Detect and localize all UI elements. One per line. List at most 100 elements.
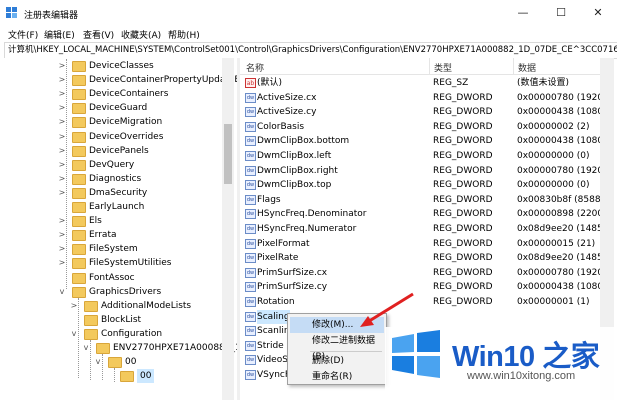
maximize-button[interactable]: ☐ (542, 0, 580, 26)
tree-item[interactable]: > Errata (4, 228, 224, 242)
tree-item[interactable]: > DeviceContainers (4, 87, 224, 101)
value-row[interactable]: dw HSyncFreq.Numerator REG_DWORD 0x08d9ee20… (240, 222, 600, 237)
tree-item-label: Diagnostics (89, 173, 142, 184)
tree-item[interactable]: > DmaSecurity (4, 186, 224, 200)
tree-item[interactable]: > DeviceMigration (4, 115, 224, 129)
menu-modify-binary[interactable]: 修改二进制数据(B) (290, 333, 384, 362)
value-type: REG_DWORD (433, 297, 493, 307)
chevron-right-icon[interactable]: > (58, 73, 66, 87)
menu-rename[interactable]: 重命名(R) (290, 369, 384, 385)
chevron-down-icon[interactable]: v (82, 341, 90, 355)
tree-item-label: DeviceContainers (89, 89, 169, 100)
tree-item[interactable]: > DeviceContainerPropertyUpdateE (4, 73, 237, 87)
chevron-right-icon[interactable]: > (58, 228, 66, 242)
value-row[interactable]: ab (默认) REG_SZ (数值未设置) (240, 76, 600, 91)
folder-icon (120, 371, 134, 383)
chevron-right-icon[interactable]: > (70, 299, 78, 313)
tree-scrollbar[interactable] (222, 58, 234, 400)
tree-item[interactable]: > FileSystemUtilities (4, 256, 224, 270)
chevron-right-icon[interactable]: > (58, 115, 66, 129)
folder-icon (72, 187, 86, 199)
chevron-right-icon[interactable]: > (58, 214, 66, 228)
value-row[interactable]: dw Rotation REG_DWORD 0x00000001 (1) (240, 295, 600, 310)
folder-icon (72, 75, 86, 87)
tree-scrollbar-thumb[interactable] (224, 124, 232, 184)
tree-item[interactable]: > DevicePanels (4, 144, 224, 158)
tree-guide-line (114, 368, 115, 382)
column-name[interactable]: 名称 (246, 61, 264, 74)
tree-item-label: DevicePanels (89, 145, 149, 156)
address-bar[interactable]: 计算机\HKEY_LOCAL_MACHINE\SYSTEM\ControlSet… (4, 42, 617, 59)
tree-item[interactable]: FontAssoc (4, 271, 224, 285)
folder-icon (72, 286, 86, 298)
menu-view[interactable]: 查看(V) (83, 28, 114, 41)
value-row[interactable]: dw Flags REG_DWORD 0x00830b8f (85881 (240, 193, 600, 208)
tree-item[interactable]: v Configuration (4, 327, 224, 341)
value-type: REG_DWORD (433, 92, 493, 103)
value-row[interactable]: dw PixelRate REG_DWORD 0x08d9ee20 (14850 (240, 251, 600, 266)
value-row[interactable]: dw ActiveSize.cx REG_DWORD 0x00000780 (1920… (240, 91, 600, 106)
value-row[interactable]: dw ColorBasis REG_DWORD 0x00000002 (2) (240, 120, 600, 135)
tree-item[interactable]: > AdditionalModeLists (4, 299, 224, 313)
chevron-right-icon[interactable]: > (58, 130, 66, 144)
chevron-right-icon[interactable]: > (58, 87, 66, 101)
tree-item[interactable]: > DeviceClasses (4, 59, 224, 73)
chevron-right-icon[interactable]: > (58, 101, 66, 115)
column-data[interactable]: 数据 (518, 61, 536, 74)
tree-item[interactable]: > Els (4, 214, 224, 228)
value-data: 0x00000780 (1920) (517, 92, 600, 103)
value-row[interactable]: dw DwmClipBox.left REG_DWORD 0x00000000 (0) (240, 149, 600, 164)
chevron-right-icon[interactable]: > (58, 59, 66, 73)
tree-item[interactable]: v GraphicsDrivers (4, 285, 224, 299)
tree-item[interactable]: > FileSystem (4, 242, 224, 256)
chevron-right-icon[interactable]: > (58, 256, 66, 270)
minimize-button[interactable]: — (504, 0, 542, 26)
key-tree[interactable]: > DeviceClasses > DeviceContainerPropertyUp… (4, 58, 238, 400)
tree-item[interactable]: > Diagnostics (4, 172, 224, 186)
tree-item[interactable]: > DeviceGuard (4, 101, 224, 115)
value-row[interactable]: dw PixelFormat REG_DWORD 0x00000015 (21) (240, 237, 600, 252)
tree-item[interactable]: v ENV2770HPXE71A000882_1 (4, 341, 237, 355)
binary-value-icon: dw (245, 180, 256, 191)
value-name: PrimSurfSize.cx (257, 267, 328, 278)
tree-item-label: DmaSecurity (89, 187, 148, 198)
value-row[interactable]: dw HSyncFreq.Denominator REG_DWORD 0x000008… (240, 207, 600, 222)
tree-item[interactable]: > DevQuery (4, 158, 224, 172)
value-row[interactable]: dw ActiveSize.cy REG_DWORD 0x00000438 (1080… (240, 105, 600, 120)
value-row[interactable]: dw DwmClipBox.bottom REG_DWORD 0x00000438 (… (240, 134, 600, 149)
column-divider[interactable] (513, 58, 514, 74)
string-value-icon: ab (245, 78, 256, 88)
column-divider[interactable] (429, 58, 430, 74)
folder-icon (72, 103, 86, 115)
chevron-right-icon[interactable]: > (58, 186, 66, 200)
menu-delete[interactable]: 删除(D) (290, 353, 384, 369)
window-title: 注册表编辑器 (24, 11, 79, 21)
menu-file[interactable]: 文件(F) (8, 28, 38, 41)
tree-item[interactable]: BlockList (4, 313, 224, 327)
binary-value-icon: dw (245, 355, 256, 366)
tree-item[interactable]: > DeviceOverrides (4, 130, 224, 144)
value-row[interactable]: dw PrimSurfSize.cy REG_DWORD 0x00000438 (10… (240, 280, 600, 295)
value-row[interactable]: dw PrimSurfSize.cx REG_DWORD 0x00000780 (19… (240, 266, 600, 281)
chevron-down-icon[interactable]: v (70, 327, 78, 341)
chevron-right-icon[interactable]: > (58, 144, 66, 158)
chevron-right-icon[interactable]: > (58, 242, 66, 256)
tree-item-label: DeviceGuard (89, 103, 148, 114)
folder-icon (108, 357, 122, 369)
tree-item[interactable]: v 00 (4, 355, 224, 369)
menu-favorites[interactable]: 收藏夹(A) (121, 28, 161, 41)
column-type[interactable]: 类型 (434, 61, 452, 74)
value-row[interactable]: dw DwmClipBox.top REG_DWORD 0x00000000 (0) (240, 178, 600, 193)
value-row[interactable]: dw DwmClipBox.right REG_DWORD 0x00000780 (1… (240, 164, 600, 179)
chevron-down-icon[interactable]: v (58, 285, 66, 299)
chevron-right-icon[interactable]: > (58, 158, 66, 172)
folder-icon (72, 131, 86, 143)
chevron-down-icon[interactable]: v (94, 355, 102, 369)
value-data: 0x00000001 (1) (517, 297, 590, 307)
menu-help[interactable]: 帮助(H) (168, 28, 200, 41)
close-button[interactable]: ✕ (579, 0, 617, 26)
menu-edit[interactable]: 编辑(E) (44, 28, 75, 41)
tree-item[interactable]: EarlyLaunch (4, 200, 224, 214)
folder-icon (72, 145, 86, 157)
chevron-right-icon[interactable]: > (58, 172, 66, 186)
